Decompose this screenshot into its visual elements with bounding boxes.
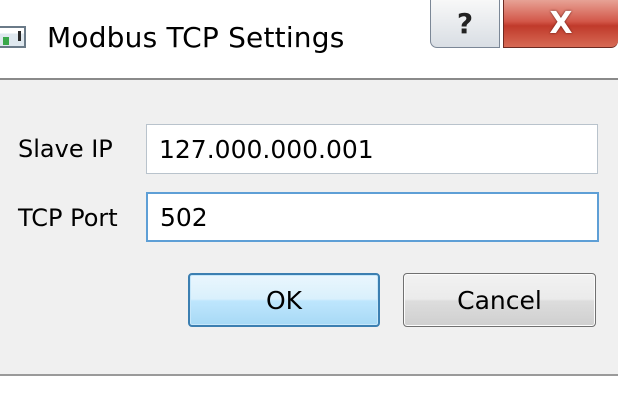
app-icon-accent — [3, 37, 9, 45]
ok-button[interactable]: OK — [188, 273, 380, 327]
window-title: Modbus TCP Settings — [47, 21, 345, 54]
modbus-tcp-settings-dialog: Modbus TCP Settings ? X Slave IP 127.000… — [0, 0, 618, 394]
close-icon: X — [549, 6, 573, 41]
title-bar[interactable]: Modbus TCP Settings ? X — [0, 0, 618, 80]
background-strip — [0, 376, 618, 394]
tcp-port-input[interactable]: 502 — [146, 192, 599, 242]
help-button[interactable]: ? — [430, 0, 500, 48]
app-icon-mark — [18, 31, 21, 41]
window-app-icon[interactable] — [0, 26, 26, 48]
close-button[interactable]: X — [503, 0, 618, 48]
slave-ip-label: Slave IP — [18, 135, 113, 163]
slave-ip-input[interactable]: 127.000.000.001 — [146, 124, 598, 174]
cancel-button[interactable]: Cancel — [403, 273, 596, 327]
tcp-port-label: TCP Port — [18, 204, 118, 232]
help-icon: ? — [456, 7, 474, 40]
